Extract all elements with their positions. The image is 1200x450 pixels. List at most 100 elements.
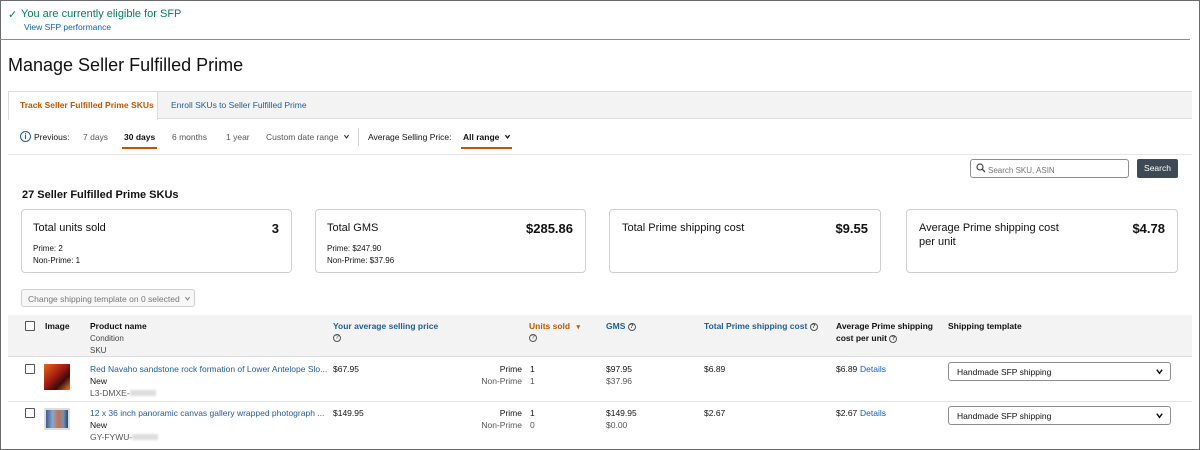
metric-value: $285.86 — [526, 221, 573, 236]
column-header-avg-shipping-label-2: cost per unit — [836, 333, 888, 343]
sort-descending-icon: ▾ — [576, 324, 580, 331]
row-checkbox[interactable] — [25, 408, 35, 418]
gms-prime: $97.95 — [606, 364, 632, 374]
column-header-product-name: Product name — [90, 321, 147, 331]
metric-sub-prime: Prime: $247.90 — [327, 244, 382, 253]
period-6-months[interactable]: 6 months — [172, 132, 207, 142]
column-header-total-shipping-cost[interactable]: Total Prime shipping cost ? — [704, 321, 818, 331]
row-divider — [8, 401, 1192, 402]
column-header-gms[interactable]: GMS ? — [606, 321, 636, 331]
filter-divider-line — [8, 154, 1192, 155]
help-icon[interactable]: ? — [809, 323, 818, 331]
product-sku-text: L3-DMXE- — [90, 388, 130, 398]
chevron-down-icon — [1156, 369, 1163, 375]
units-sold-nonprime: 0 — [530, 420, 535, 430]
total-shipping-cost: $6.89 — [704, 364, 726, 374]
product-name-link[interactable]: Red Navaho sandstone rock formation of L… — [90, 364, 327, 374]
eligibility-status: You are currently eligible for SFP — [21, 8, 182, 20]
metric-sub-nonprime: Non-Prime: $37.96 — [327, 256, 395, 265]
custom-date-range-label: Custom date range — [266, 132, 339, 142]
nonprime-label: Non-Prime — [481, 376, 522, 386]
product-sku: L3-DMXE- — [90, 388, 156, 398]
product-sku-text: GY-FYWU- — [90, 432, 133, 442]
metric-sub-prime: Prime: 2 — [33, 244, 63, 253]
column-subheader-condition: Condition — [90, 334, 124, 343]
chevron-down-icon — [504, 134, 510, 139]
row-checkbox[interactable] — [25, 364, 35, 374]
page-title: Manage Seller Fulfilled Prime — [8, 55, 244, 75]
avg-selling-price-label: Average Selling Price: — [368, 132, 452, 142]
avg-shipping-cost: $6.89 — [836, 364, 858, 374]
prime-label: Prime — [499, 408, 522, 418]
redacted-block — [129, 390, 156, 396]
period-30-days[interactable]: 30 days — [124, 132, 155, 142]
help-icon[interactable]: ? — [627, 323, 636, 331]
banner-divider — [0, 39, 1190, 40]
shipping-template-value: Handmade SFP shipping — [957, 367, 1052, 377]
metric-value: $9.55 — [835, 221, 868, 236]
change-shipping-template-label: Change shipping template on 0 selected — [28, 294, 180, 304]
chevron-down-icon — [1156, 413, 1163, 419]
search-input[interactable] — [970, 159, 1129, 178]
column-header-shipping-template: Shipping template — [948, 321, 1022, 331]
help-icon[interactable]: ? — [529, 334, 537, 342]
check-icon: ✓ — [8, 9, 18, 21]
avg-selling-price-indicator — [461, 147, 512, 149]
column-header-avg-selling-price[interactable]: Your average selling price — [333, 321, 438, 331]
column-header-avg-shipping-cost-line2: cost per unit ? — [836, 333, 898, 343]
tab-enroll-skus[interactable]: Enroll SKUs to Seller Fulfilled Prime — [171, 100, 307, 110]
search-icon — [976, 163, 986, 173]
chevron-down-icon — [185, 296, 191, 301]
product-name-link[interactable]: 12 x 36 inch panoramic canvas gallery wr… — [90, 408, 324, 418]
column-header-units-sold-label: Units sold — [529, 321, 571, 331]
product-condition: New — [90, 420, 108, 430]
filter-divider — [358, 128, 359, 146]
nonprime-label: Non-Prime — [481, 420, 522, 430]
help-icon[interactable]: ? — [889, 335, 898, 343]
units-sold-nonprime: 1 — [530, 376, 535, 386]
column-header-gms-label: GMS — [606, 321, 626, 331]
column-header-units-sold[interactable]: Units sold ▾ — [529, 321, 580, 331]
chevron-down-icon — [343, 134, 349, 139]
change-shipping-template-dropdown[interactable]: Change shipping template on 0 selected — [21, 289, 195, 307]
gms-nonprime: $37.96 — [606, 376, 632, 386]
shipping-template-select[interactable]: Handmade SFP shipping — [948, 406, 1171, 425]
metric-card-total-gms: Total GMS $285.86 Prime: $247.90 Non-Pri… — [315, 209, 586, 273]
details-link[interactable]: Details — [860, 364, 886, 374]
period-1-year[interactable]: 1 year — [226, 132, 250, 142]
column-subheader-sku: SKU — [90, 346, 107, 355]
product-condition: New — [90, 376, 108, 386]
metric-label: Total Prime shipping cost — [622, 222, 745, 234]
total-shipping-cost: $2.67 — [704, 408, 726, 418]
tab-track-skus-label[interactable]: Track Seller Fulfilled Prime SKUs — [20, 100, 154, 110]
metric-label: Average Prime shipping cost per unit — [919, 222, 1059, 248]
units-sold-prime: 1 — [530, 364, 535, 374]
metric-value: $4.78 — [1132, 221, 1165, 236]
product-image[interactable] — [44, 364, 70, 390]
period-7-days[interactable]: 7 days — [83, 132, 108, 142]
avg-selling-price-dropdown[interactable]: All range — [463, 132, 511, 142]
metric-sub-nonprime: Non-Prime: 1 — [33, 256, 81, 265]
metric-value: 3 — [271, 221, 279, 236]
avg-selling-price: $67.95 — [333, 364, 359, 374]
custom-date-range-dropdown[interactable]: Custom date range — [266, 132, 350, 142]
metric-card-units-sold: Total units sold 3 Prime: 2 Non-Prime: 1 — [21, 209, 292, 273]
metric-card-total-shipping-cost: Total Prime shipping cost $9.55 — [609, 209, 881, 273]
view-sfp-performance-link[interactable]: View SFP performance — [24, 22, 111, 32]
units-sold-prime: 1 — [530, 408, 535, 418]
search-button[interactable]: Search — [1137, 159, 1178, 178]
column-header-avg-shipping-cost: Average Prime shipping — [836, 321, 933, 331]
column-header-total-shipping-label: Total Prime shipping cost — [704, 321, 808, 331]
avg-selling-price: $149.95 — [333, 408, 364, 418]
shipping-template-value: Handmade SFP shipping — [957, 411, 1052, 421]
metric-label: Total GMS — [327, 222, 379, 234]
help-icon[interactable]: ? — [333, 334, 341, 342]
redacted-block — [132, 434, 159, 440]
column-header-image: Image — [45, 321, 70, 331]
select-all-checkbox[interactable] — [25, 321, 35, 331]
shipping-template-select[interactable]: Handmade SFP shipping — [948, 362, 1171, 381]
details-link[interactable]: Details — [860, 408, 886, 418]
sku-count-heading: 27 Seller Fulfilled Prime SKUs — [22, 189, 179, 201]
avg-shipping-cost: $2.67 — [836, 408, 858, 418]
product-image[interactable] — [44, 408, 70, 430]
